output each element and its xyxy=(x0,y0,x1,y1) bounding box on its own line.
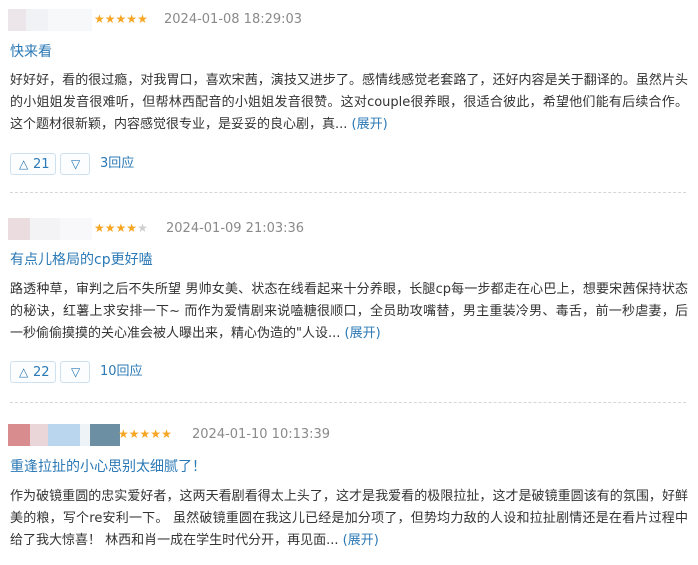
avatar[interactable] xyxy=(8,424,122,446)
review-text: 好好好，看的很过瘾，对我胃口，喜欢宋茜，演技又进步了。感情线感觉老套路了，还好内… xyxy=(10,70,688,136)
triangle-down-icon: ▽ xyxy=(71,365,81,379)
divider xyxy=(10,402,686,403)
star-icon: ★ xyxy=(126,221,138,235)
star-icon: ★ xyxy=(115,12,127,26)
review-title[interactable]: 有点儿格局的cp更好嗑 xyxy=(10,251,153,269)
review-meta: ★★★★★ 2024-01-10 10:13:39 xyxy=(0,424,698,446)
triangle-down-icon: ▽ xyxy=(71,157,81,171)
review-text-content: 好好好，看的很过瘾，对我胃口，喜欢宋茜，演技又进步了。感情线感觉老套路了，还好内… xyxy=(10,73,688,132)
review-title[interactable]: 快来看 xyxy=(10,43,52,61)
star-icon: ★ xyxy=(104,12,116,26)
review-meta: ★★★★★ 2024-01-08 18:29:03 xyxy=(0,9,698,31)
star-icon: ★ xyxy=(94,12,105,26)
upvote-button[interactable]: △ 22 xyxy=(10,361,56,383)
avatar[interactable] xyxy=(8,9,92,31)
star-icon: ★ xyxy=(118,427,129,441)
avatar[interactable] xyxy=(8,218,92,240)
expand-link[interactable]: (展开) xyxy=(352,117,388,132)
upvote-count: 22 xyxy=(33,365,50,380)
downvote-button[interactable]: ▽ xyxy=(60,153,90,175)
review-time: 2024-01-10 10:13:39 xyxy=(192,427,331,442)
review-meta: ★★★★★ 2024-01-09 21:03:36 xyxy=(0,218,698,240)
triangle-up-icon: △ xyxy=(19,157,29,171)
review-text: 作为破镜重圆的忠实爱好者，这两天看剧看得太上头了，这才是我爱看的极限拉扯，这才是… xyxy=(10,486,688,552)
rating-stars: ★★★★★ xyxy=(94,221,148,235)
upvote-count: 21 xyxy=(33,157,50,172)
star-icon: ★ xyxy=(139,427,151,441)
divider xyxy=(10,192,686,193)
expand-link[interactable]: (展开) xyxy=(345,326,381,341)
review-time: 2024-01-08 18:29:03 xyxy=(164,12,303,27)
star-icon: ★ xyxy=(161,427,172,441)
star-icon: ★ xyxy=(150,427,162,441)
star-icon: ★ xyxy=(128,427,140,441)
review-text: 路透种草，审判之后不失所望 男帅女美、状态在线看起来十分养眼，长腿cp每一步都走… xyxy=(10,279,688,345)
rating-stars: ★★★★★ xyxy=(94,12,148,26)
review-title[interactable]: 重逢拉扯的小心思别太细腻了！ xyxy=(10,458,206,476)
star-icon: ★ xyxy=(137,12,148,26)
star-icon: ★ xyxy=(104,221,116,235)
star-icon: ★ xyxy=(115,221,127,235)
replies-link[interactable]: 3回应 xyxy=(100,156,134,172)
star-icon: ★ xyxy=(137,221,148,235)
star-icon: ★ xyxy=(94,221,105,235)
review-time: 2024-01-09 21:03:36 xyxy=(166,221,305,236)
replies-link[interactable]: 10回应 xyxy=(100,364,143,380)
downvote-button[interactable]: ▽ xyxy=(60,361,90,383)
upvote-button[interactable]: △ 21 xyxy=(10,153,56,175)
star-icon: ★ xyxy=(126,12,138,26)
expand-link[interactable]: (展开) xyxy=(343,533,379,548)
triangle-up-icon: △ xyxy=(19,365,29,379)
rating-stars: ★★★★★ xyxy=(118,427,172,441)
